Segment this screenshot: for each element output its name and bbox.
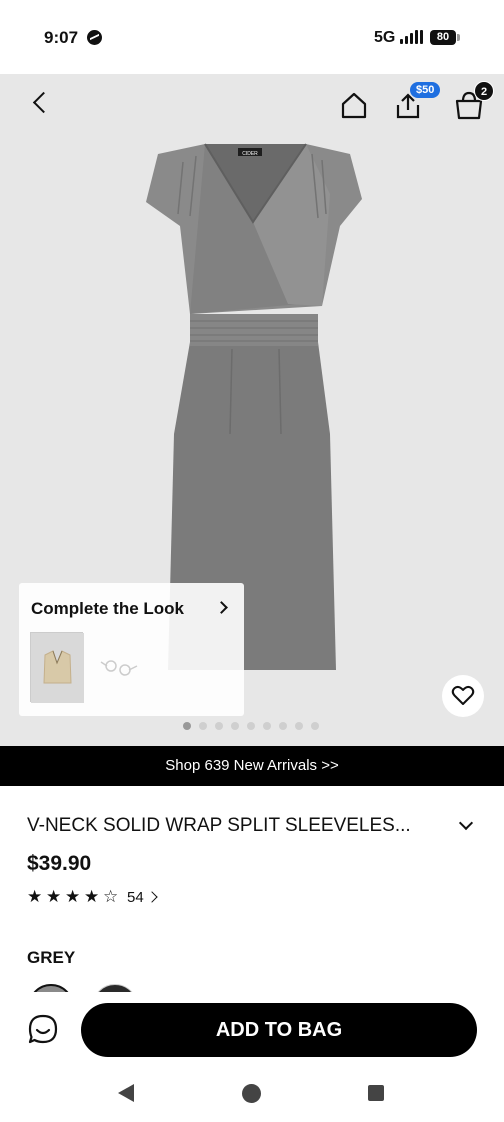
battery-icon: 80 [430,30,460,45]
product-title: V-NECK SOLID WRAP SPLIT SLEEVELES... [27,815,411,836]
star-icon: ★ [27,887,43,906]
star-icon: ★ [46,887,62,906]
add-to-bag-button[interactable]: ADD TO BAG [81,1003,477,1057]
heart-icon [451,685,475,705]
product-gallery[interactable]: CIDER $50 2 Complete the Look [0,74,504,746]
pagination-dot[interactable] [279,722,287,730]
network-label: 5G [374,29,396,46]
pagination-dot[interactable] [199,722,207,730]
pagination-dot[interactable] [247,722,255,730]
home-icon [341,92,367,119]
signal-icon [400,30,424,44]
star-icon: ☆ [103,887,119,906]
chevron-right-icon [215,601,228,614]
back-icon [32,91,55,114]
brand-tag: CIDER [242,151,258,157]
review-count: 54 [127,889,144,906]
home-circle-icon[interactable] [242,1084,261,1103]
pagination-dot[interactable] [311,722,319,730]
pagination-dot[interactable] [231,722,239,730]
system-navigation-bar [0,1060,504,1122]
vest-top-thumbnail[interactable] [30,632,84,703]
complete-the-look-title: Complete the Look [31,599,185,618]
pagination-dot[interactable] [215,722,223,730]
star-icon: ★ [65,887,81,906]
pagination-dot[interactable] [183,722,191,730]
status-bar: 9:07 5G 80 [0,0,504,74]
wishlist-button[interactable] [442,675,484,717]
battery-level: 80 [430,30,456,45]
new-arrivals-banner[interactable]: Shop 639 New Arrivals >> [0,746,504,786]
cart-count-badge: 2 [474,81,494,101]
messenger-icon [87,30,102,45]
pagination-dot[interactable] [295,722,303,730]
recents-square-icon[interactable] [368,1085,384,1101]
home-button[interactable] [338,88,370,122]
earrings-thumbnail[interactable] [93,632,146,702]
earrings-image [100,660,138,676]
color-label: GREY [27,948,76,967]
coupon-badge: $50 [410,82,441,98]
pagination-dot[interactable] [263,722,271,730]
vest-top-image [31,633,84,703]
product-price: $39.90 [27,852,92,875]
chevron-right-icon [146,891,158,903]
bottom-action-bar: ADD TO BAG [0,992,504,1060]
back-triangle-icon[interactable] [118,1084,134,1102]
chevron-down-icon[interactable] [458,815,474,831]
chat-icon [28,1014,58,1044]
complete-the-look-card[interactable]: Complete the Look [19,583,244,716]
chat-button[interactable] [26,1012,60,1046]
star-icon: ★ [84,887,100,906]
status-time: 9:07 [44,28,79,47]
back-button[interactable] [24,88,58,122]
